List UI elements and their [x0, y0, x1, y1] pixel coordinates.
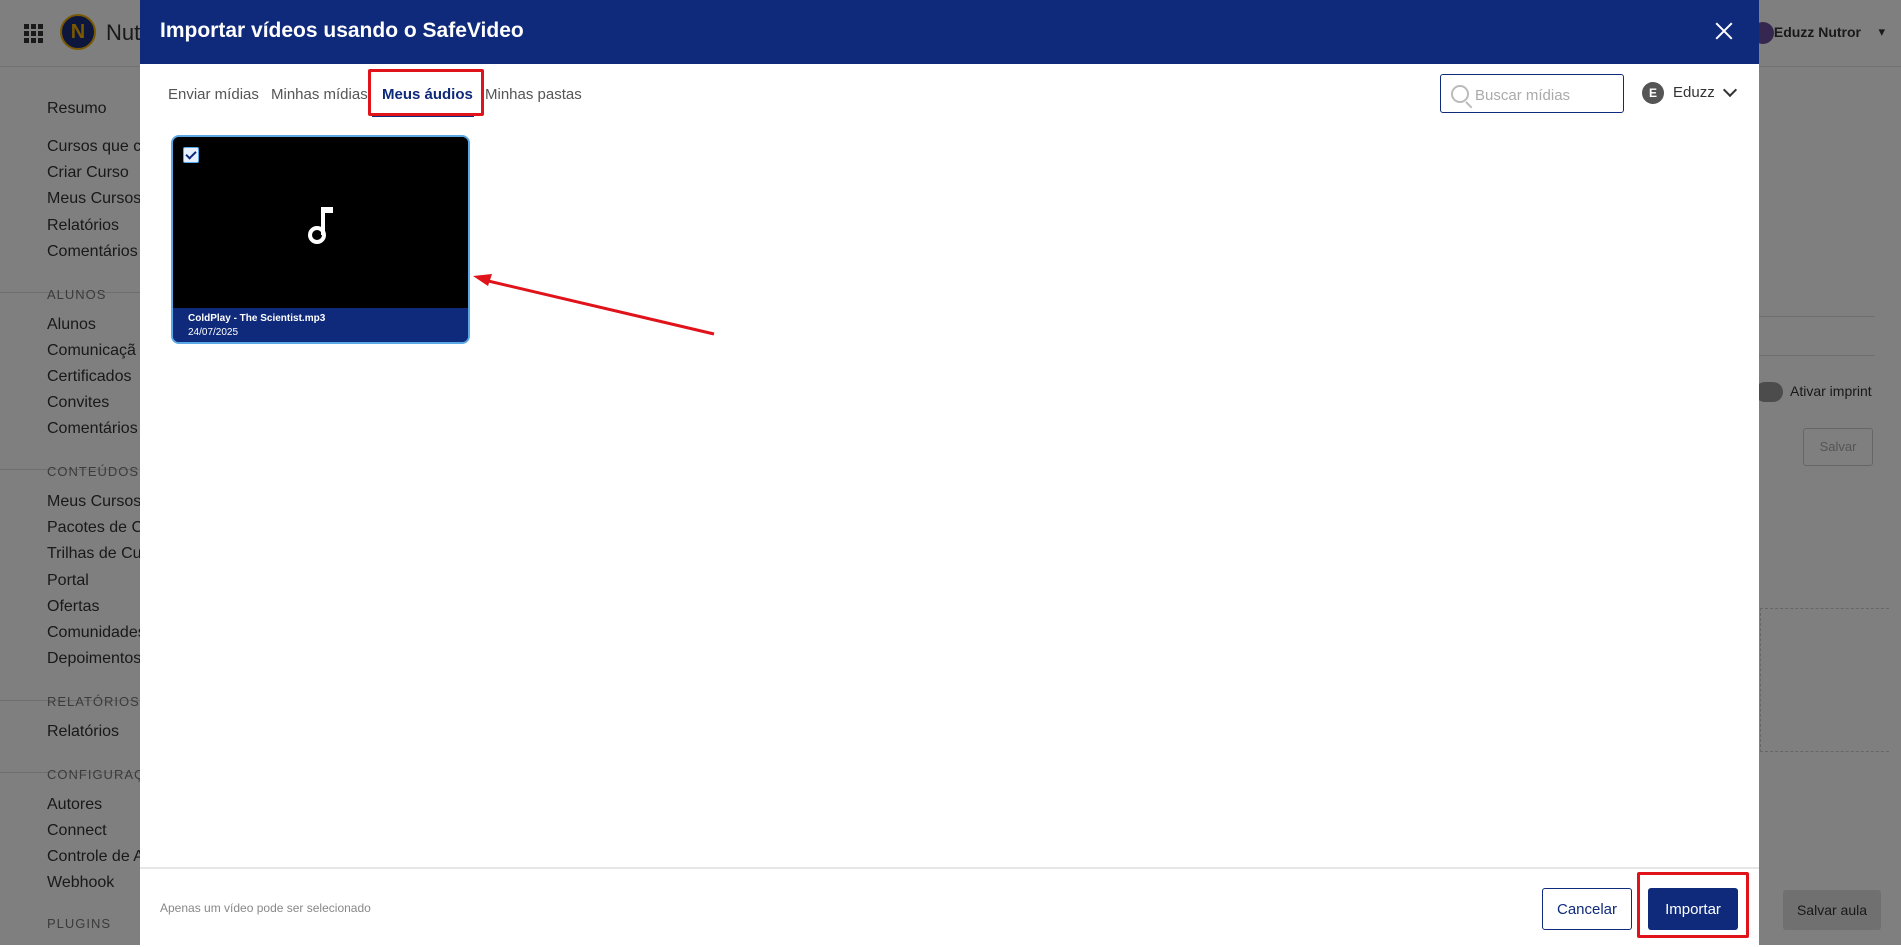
cancel-button[interactable]: Cancelar	[1542, 888, 1632, 930]
music-note-icon	[308, 207, 333, 244]
select-checkbox[interactable]	[183, 147, 199, 163]
annotation-highlight-import	[1637, 872, 1749, 938]
annotation-highlight-tab	[368, 69, 484, 116]
account-name: Eduzz	[1673, 84, 1715, 101]
account-avatar: E	[1642, 82, 1664, 104]
media-card[interactable]: ColdPlay - The Scientist.mp3 24/07/2025	[171, 135, 470, 344]
media-info: ColdPlay - The Scientist.mp3 24/07/2025	[173, 308, 468, 342]
import-videos-modal: Importar vídeos usando o SafeVideo Envia…	[140, 0, 1759, 947]
search-input[interactable]	[1473, 83, 1617, 107]
media-date: 24/07/2025	[188, 327, 239, 338]
modal-header: Importar vídeos usando o SafeVideo	[140, 0, 1759, 64]
modal-footer: Apenas um vídeo pode ser selecionado Can…	[140, 867, 1759, 947]
media-thumbnail	[173, 137, 468, 308]
tab-enviar-midias[interactable]: Enviar mídias	[168, 86, 259, 103]
annotation-arrow	[473, 274, 715, 336]
tab-minhas-pastas[interactable]: Minhas pastas	[485, 86, 582, 103]
search-box[interactable]	[1440, 74, 1624, 113]
media-name: ColdPlay - The Scientist.mp3	[188, 313, 326, 324]
selection-note: Apenas um vídeo pode ser selecionado	[160, 901, 371, 915]
modal-title: Importar vídeos usando o SafeVideo	[160, 19, 524, 42]
search-icon	[1451, 85, 1469, 103]
close-icon[interactable]	[1711, 18, 1737, 44]
tab-minhas-midias[interactable]: Minhas mídias	[271, 86, 368, 103]
